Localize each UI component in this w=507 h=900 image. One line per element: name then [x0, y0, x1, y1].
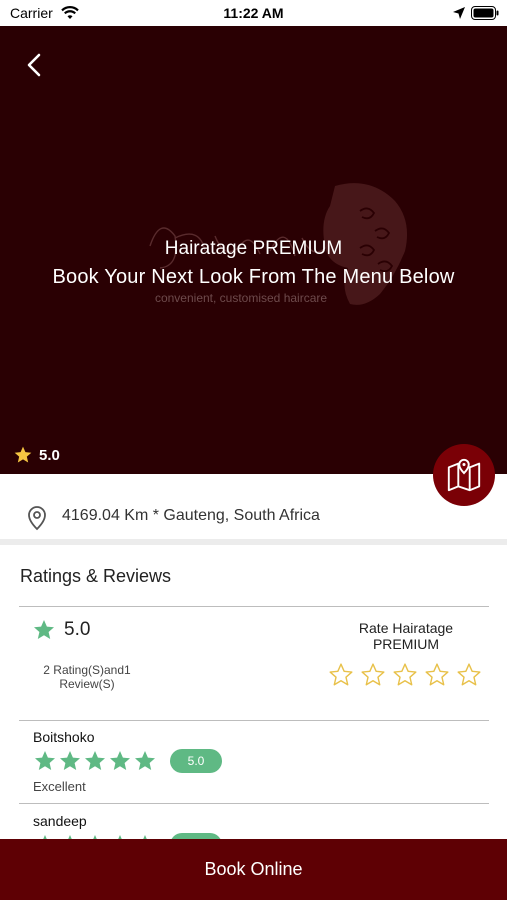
star-icon	[110, 751, 130, 770]
status-bar: Carrier 11:22 AM	[0, 0, 507, 26]
divider	[19, 720, 489, 721]
star-icon	[14, 446, 32, 463]
rate-star-icon[interactable]	[456, 662, 482, 688]
divider	[19, 803, 489, 804]
rate-star-icon[interactable]	[328, 662, 354, 688]
hero-banner: Hairatage PREMIUM Book Your Next Look Fr…	[0, 26, 507, 474]
hero-rating: 5.0	[13, 445, 60, 465]
review-comment: Excellent	[33, 779, 86, 794]
hero-subtitle: Book Your Next Look From The Menu Below	[52, 266, 455, 288]
hero-rating-value: 5.0	[39, 446, 60, 464]
star-icon	[85, 751, 105, 770]
reviewer-name: sandeep	[33, 813, 87, 829]
salon-title: Hairatage PREMIUM	[164, 238, 343, 259]
map-pin-icon	[447, 458, 481, 492]
location-arrow-icon	[453, 7, 465, 19]
address-text: 4169.04 Km * Gauteng, South Africa	[62, 507, 320, 524]
battery-icon	[471, 6, 499, 20]
book-online-button[interactable]: Book Online	[0, 839, 507, 900]
rate-star-icon[interactable]	[424, 662, 450, 688]
summary-count-line: Review(S)	[59, 677, 115, 691]
location-pin-icon	[28, 506, 46, 531]
summary-count: 2 Rating(S)and1 Review(S)	[28, 663, 146, 691]
score-badge: 5.0	[170, 749, 222, 773]
star-icon	[35, 751, 55, 770]
rate-label-line: Rate Hairatage	[358, 620, 454, 636]
carrier-label: Carrier	[10, 5, 53, 21]
address-row: 4169.04 Km * Gauteng, South Africa	[0, 494, 507, 540]
hero-tagline: convenient, customised haircare	[154, 291, 328, 305]
star-icon	[135, 751, 155, 770]
star-icon	[60, 751, 80, 770]
reviews-heading: Ratings & Reviews	[20, 566, 172, 586]
back-button[interactable]	[18, 48, 52, 82]
rate-label: Rate Hairatage PREMIUM	[336, 620, 476, 652]
reviewer-name: Boitshoko	[33, 729, 95, 745]
rate-star-icon[interactable]	[392, 662, 418, 688]
section-divider	[0, 539, 507, 545]
star-icon	[34, 620, 54, 639]
rate-stars	[328, 662, 482, 688]
rate-star-icon[interactable]	[360, 662, 386, 688]
summary-count-line: 2 Rating(S)and1	[43, 663, 131, 677]
divider	[19, 606, 489, 607]
review-item: Boitshoko 5.0 Excellent	[33, 729, 473, 794]
summary-rating: 5.0	[64, 619, 91, 640]
rate-label-line: PREMIUM	[372, 636, 440, 652]
review-stars: 5.0	[33, 749, 473, 773]
wifi-icon	[61, 6, 79, 19]
